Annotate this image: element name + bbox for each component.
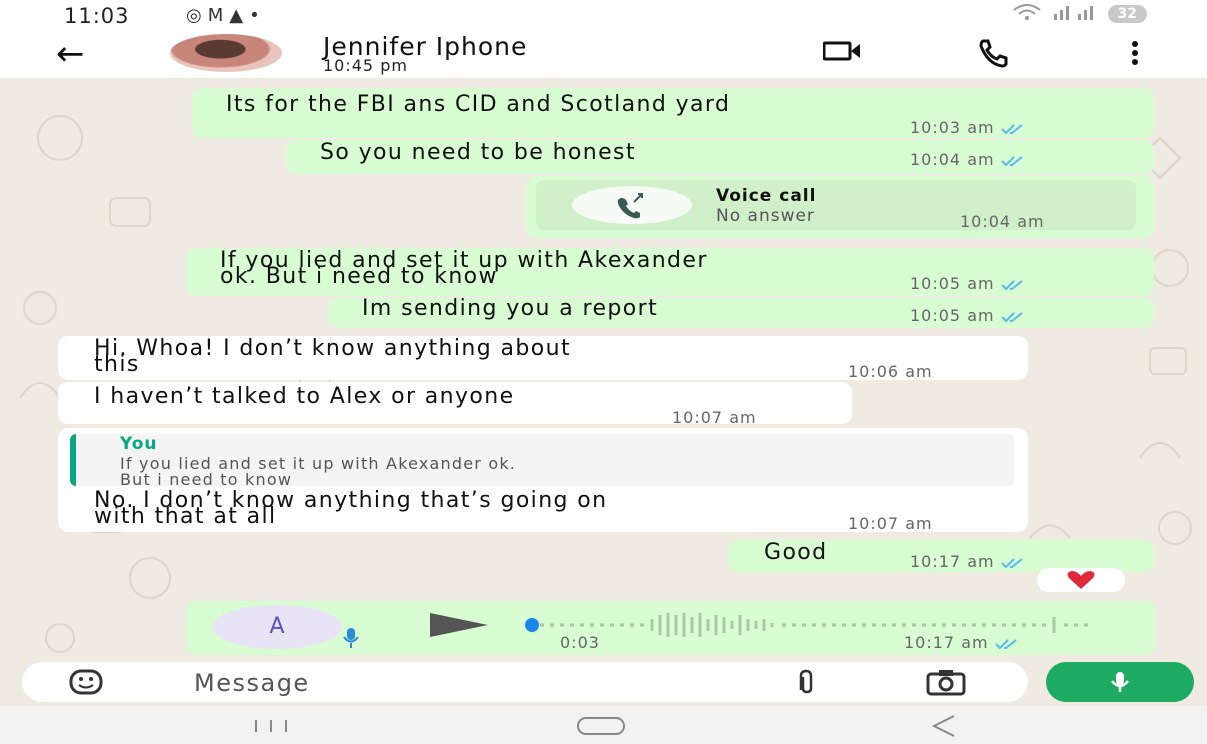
record-voice-button[interactable] [1046,662,1194,702]
video-call-icon[interactable] [823,40,861,62]
voice-message-bubble[interactable]: A 0:03 10:17 am [186,601,1156,655]
wifi-icon [1012,4,1042,24]
back-arrow-icon[interactable]: ← [56,34,85,74]
notification-icons: ◎M▲• [186,5,266,26]
voice-call-icon[interactable] [978,38,1008,68]
message-time: 10:03 am [910,118,995,137]
double-check-icon [1000,311,1023,322]
message-time: 10:06 am [848,362,933,381]
chat-area[interactable]: Its for the FBI ans CID and Scotland yar… [0,78,1207,660]
status-bar: 11:03 ◎M▲• 32 [0,0,1207,32]
message-text: I haven’t talked to Alex or anyone [94,384,515,409]
message-bubble-outgoing[interactable]: If you lied and set it up with Akexander… [186,248,1154,296]
call-subtitle: No answer [716,206,815,226]
quoted-message[interactable]: You If you lied and set it up with Akexa… [70,434,1014,489]
voice-duration: 0:03 [560,633,600,652]
message-time: 10:07 am [672,408,757,427]
instagram-icon: ◎ [186,5,208,26]
message-bubble-outgoing[interactable]: Im sending you a report 10:05 am [328,298,1154,328]
message-meta: 10:04 am [910,150,1027,169]
camera-icon[interactable] [924,668,968,696]
message-text-line: this [94,352,140,377]
red-heart-icon [1067,571,1095,589]
message-bubble-incoming[interactable]: Hi. Whoa! I don’t know anything about th… [58,336,1028,381]
mic-icon [1111,672,1129,692]
playback-scrubber[interactable] [520,617,544,633]
message-time: 10:05 am [910,274,995,293]
call-title: Voice call [716,186,817,206]
message-text: So you need to be honest [320,140,636,165]
reaction-badge[interactable] [1037,568,1125,592]
message-text: Its for the FBI ans CID and Scotland yar… [226,92,731,117]
chat-header: ← Jennifer Iphone 10:45 pm [0,32,1207,78]
attach-icon[interactable] [792,668,822,696]
message-time: 10:05 am [910,306,995,325]
message-input-bar: Message [0,660,1207,706]
message-text: Good [764,540,828,565]
message-text-line: with that at all [94,504,277,529]
message-time: 10:04 am [960,212,1045,231]
message-placeholder: Message [194,669,310,697]
message-time: 10:17 am [910,552,995,571]
message-meta: 10:03 am [910,118,1027,137]
double-check-icon [1000,557,1023,568]
mic-icon [343,628,359,648]
message-bubble-outgoing[interactable]: So you need to be honest 10:04 am [286,140,1154,174]
play-icon[interactable] [426,611,490,639]
battery-badge: 32 [1107,5,1147,23]
message-field[interactable]: Message [22,662,1028,702]
message-meta: 10:05 am [910,306,1027,325]
signal-icon [1052,4,1098,24]
double-check-icon [1000,123,1023,134]
more-options-icon[interactable] [1130,40,1140,66]
double-check-icon [1000,279,1023,290]
status-time: 11:03 [64,4,130,28]
message-text-line: Hi. Whoa! I don’t know anything about [94,336,571,361]
dot-icon: • [249,5,266,26]
message-bubble-incoming[interactable]: I haven’t talked to Alex or anyone 10:07… [58,382,852,427]
double-check-icon [994,638,1017,649]
system-nav-bar [0,706,1207,744]
message-time: 10:17 am [904,633,989,652]
message-meta: 10:17 am [904,633,1021,652]
contact-avatar[interactable] [170,34,282,72]
double-check-icon [1000,155,1023,166]
drive-icon: ▲ [229,5,250,26]
home-icon[interactable] [566,716,636,736]
recent-apps-icon[interactable] [246,718,296,734]
voice-sender-avatar: A [212,605,342,649]
message-text: Im sending you a report [362,296,659,321]
sticker-icon[interactable] [68,668,104,696]
gmail-icon: M [207,5,230,26]
quote-author: You [120,434,158,454]
last-seen: 10:45 pm [323,56,408,75]
message-text-line: ok. But i need to know [220,264,498,289]
message-bubble-incoming-reply[interactable]: You If you lied and set it up with Akexa… [58,428,1028,533]
system-icons: 32 [1012,4,1147,24]
call-icon-circle [572,186,692,224]
missed-call-icon [617,193,643,219]
call-bubble[interactable]: Voice call No answer 10:04 am [526,176,1154,238]
call-card[interactable]: Voice call No answer 10:04 am [536,180,1136,231]
quote-text-line: But i need to know [120,470,293,489]
message-time: 10:04 am [910,150,995,169]
back-nav-icon[interactable] [924,714,964,738]
voice-waveform[interactable] [520,609,1120,641]
message-meta: 10:05 am [910,274,1027,293]
message-meta: 10:17 am [910,552,1027,571]
message-bubble-outgoing[interactable]: Its for the FBI ans CID and Scotland yar… [192,88,1154,138]
message-time: 10:07 am [848,514,933,533]
